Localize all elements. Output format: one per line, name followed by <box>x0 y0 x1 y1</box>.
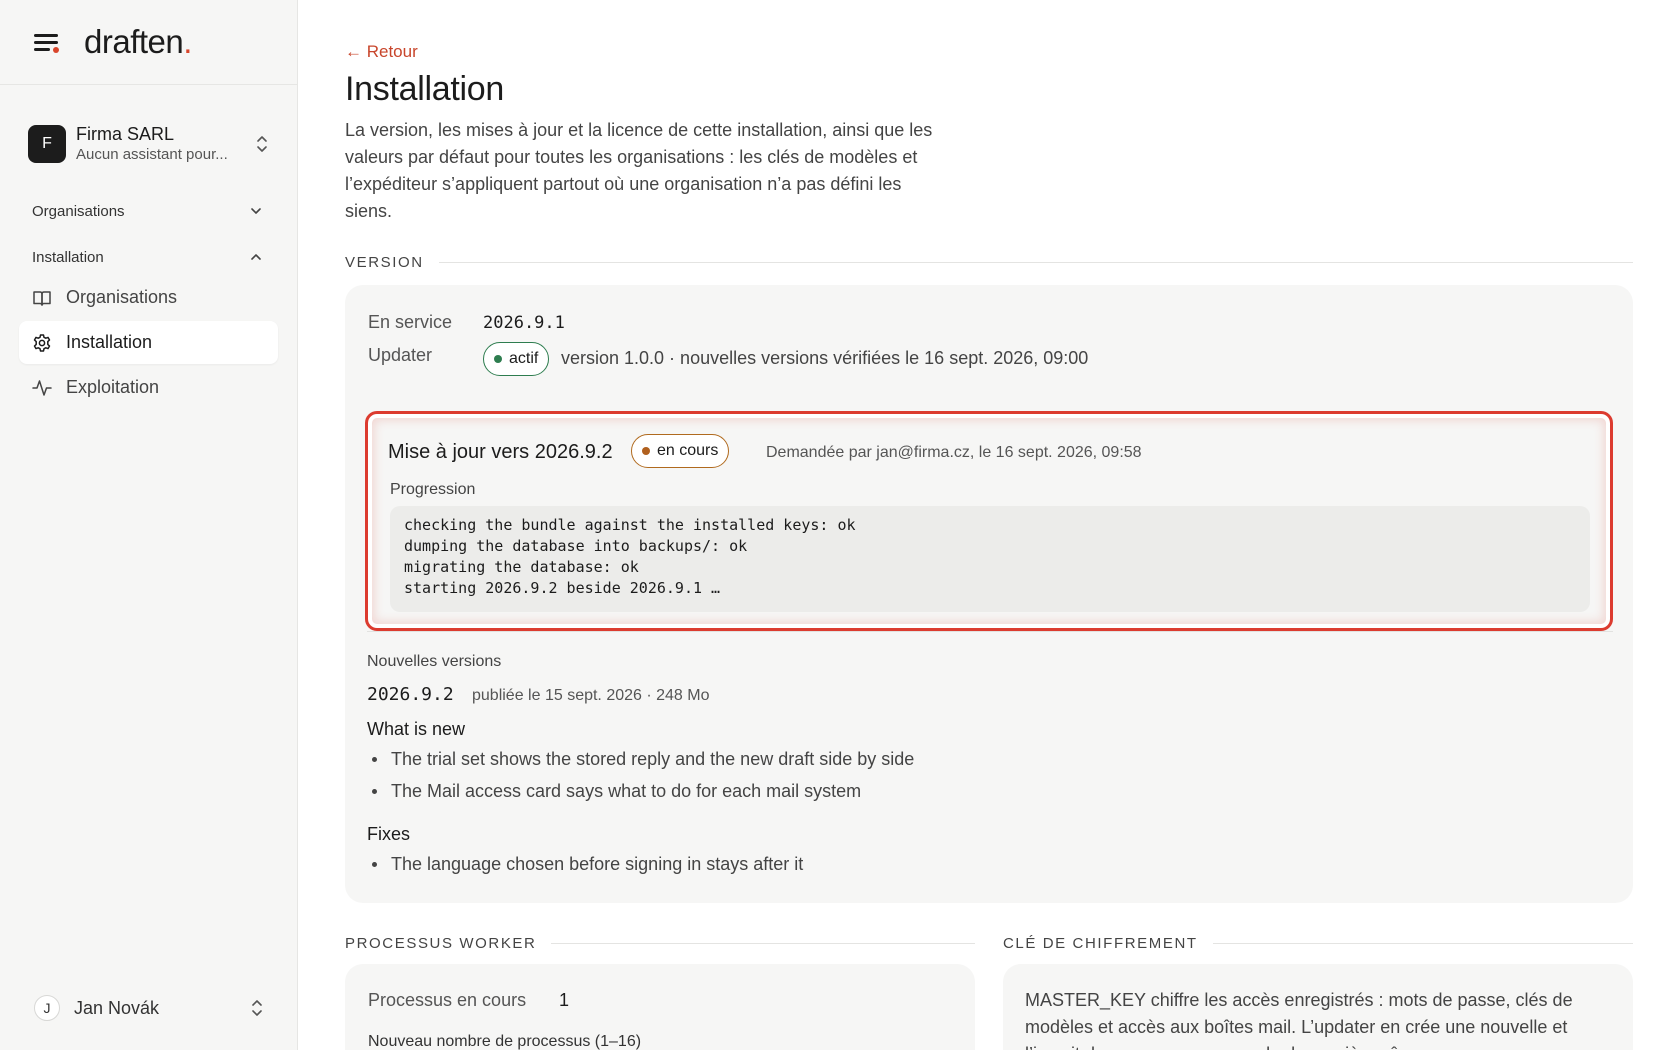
worker-card: Processus en cours 1 Nouveau nombre de p… <box>345 964 975 1050</box>
update-title: Mise à jour vers 2026.9.2 <box>388 441 613 463</box>
encryption-card: MASTER_KEY chiffre les accès enregistrés… <box>1003 964 1633 1050</box>
running-processes-label: Processus en cours <box>368 990 527 1010</box>
progress-log: checking the bundle against the installe… <box>390 506 1590 612</box>
sidebar-item-exploitation[interactable]: Exploitation <box>19 366 278 409</box>
progress-label: Progression <box>390 481 476 498</box>
back-link[interactable]: ← Retour <box>345 42 418 62</box>
list-item: The language chosen before signing in st… <box>367 848 803 880</box>
status-badge: en cours <box>631 434 730 468</box>
chevron-up-icon <box>251 254 261 260</box>
running-processes-value: 1 <box>559 990 570 1010</box>
brand-logo[interactable]: draften. <box>84 23 192 61</box>
main-content: ← Retour Installation La version, les mi… <box>345 0 1635 1050</box>
nav-group-installation[interactable]: Installation <box>0 244 297 270</box>
update-requested-by: Demandée par jan@firma.cz, le 16 sept. 2… <box>766 444 1142 461</box>
section-heading-worker: PROCESSUS WORKER <box>345 935 975 952</box>
org-subtitle: Aucun assistant pour... <box>76 146 228 163</box>
updater-label: Updater <box>368 345 433 365</box>
activity-icon <box>32 379 52 396</box>
menu-icon[interactable] <box>32 29 62 55</box>
list-item: The trial set shows the stored reply and… <box>367 743 914 775</box>
chevron-down-icon <box>251 208 261 214</box>
in-service-value: 2026.9.1 <box>483 313 565 333</box>
org-avatar: F <box>28 125 66 163</box>
avatar: J <box>34 995 60 1021</box>
page-title: Installation <box>345 70 504 108</box>
updater-info: version 1.0.0 · nouvelles versions vérif… <box>561 348 1089 368</box>
fixes-list: The language chosen before signing in st… <box>367 848 803 880</box>
whats-new-list: The trial set shows the stored reply and… <box>367 743 914 807</box>
user-menu[interactable]: J Jan Novák <box>0 990 298 1026</box>
in-service-label: En service <box>368 312 453 332</box>
section-heading-version: VERSION <box>345 254 1633 271</box>
version-card: En service 2026.9.1 Updater actif versio… <box>345 285 1633 903</box>
nav-group-organisations[interactable]: Organisations <box>0 198 297 224</box>
org-name: Firma SARL <box>76 124 175 144</box>
sidebar-item-installation[interactable]: Installation <box>19 321 278 364</box>
sidebar-item-organisations[interactable]: Organisations <box>19 276 278 319</box>
list-item: The Mail access card says what to do for… <box>367 775 914 807</box>
org-switcher[interactable]: F Firma SARL Aucun assistant pour... <box>0 116 297 172</box>
release-version: 2026.9.2 <box>367 684 454 705</box>
encryption-description: MASTER_KEY chiffre les accès enregistrés… <box>1025 990 1573 1050</box>
fixes-heading: Fixes <box>367 824 411 844</box>
sidebar: draften. F Firma SARL Aucun assistant po… <box>0 0 298 1050</box>
book-icon <box>33 290 51 306</box>
user-name: Jan Novák <box>74 997 160 1018</box>
new-versions-label: Nouvelles versions <box>367 653 502 670</box>
section-heading-encryption: CLÉ DE CHIFFREMENT <box>1003 935 1633 952</box>
update-in-progress-panel: Mise à jour vers 2026.9.2 en cours Deman… <box>365 411 1613 631</box>
status-badge: actif <box>483 342 550 376</box>
whats-new-heading: What is new <box>367 719 466 739</box>
divider <box>367 631 1613 632</box>
chevron-up-down-icon <box>257 136 267 152</box>
release-meta: publiée le 15 sept. 2026 · 248 Mo <box>472 687 710 704</box>
page-intro: La version, les mises à jour et la licen… <box>345 120 933 221</box>
gear-icon <box>33 333 51 352</box>
new-process-count-label: Nouveau nombre de processus (1–16) <box>368 1033 642 1050</box>
chevron-up-down-icon <box>252 1000 262 1016</box>
brand-bar: draften. <box>0 0 297 85</box>
